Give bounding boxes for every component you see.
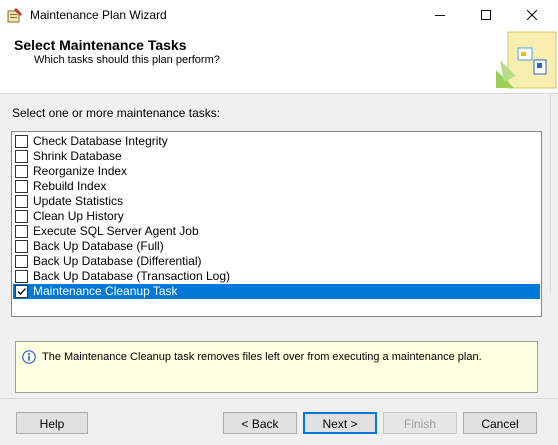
task-checkbox[interactable] xyxy=(15,255,28,268)
page-subtitle: Which tasks should this plan perform? xyxy=(34,54,220,66)
task-item-update-statistics[interactable]: Update Statistics xyxy=(13,194,540,209)
task-item-reorganize-index[interactable]: Reorganize Index xyxy=(13,164,540,179)
task-checkbox[interactable] xyxy=(15,180,28,193)
finish-button[interactable]: Finish xyxy=(383,412,457,434)
task-item-backup-transaction-log[interactable]: Back Up Database (Transaction Log) xyxy=(13,269,540,284)
wizard-header: Select Maintenance Tasks Which tasks sho… xyxy=(0,30,558,94)
task-checkbox[interactable] xyxy=(15,225,28,238)
next-button[interactable]: Next > xyxy=(303,412,377,434)
scrollbar-edge xyxy=(550,93,558,293)
task-item-shrink-database[interactable]: Shrink Database xyxy=(13,149,540,164)
window-title: Maintenance Plan Wizard xyxy=(30,8,167,22)
task-item-execute-agent-job[interactable]: Execute SQL Server Agent Job xyxy=(13,224,540,239)
task-item-clean-up-history[interactable]: Clean Up History xyxy=(13,209,540,224)
close-button[interactable] xyxy=(509,0,555,30)
task-item-maintenance-cleanup[interactable]: Maintenance Cleanup Task xyxy=(13,284,540,299)
task-checkbox[interactable] xyxy=(15,240,28,253)
task-checkbox[interactable] xyxy=(15,135,28,148)
task-item-backup-full[interactable]: Back Up Database (Full) xyxy=(13,239,540,254)
task-checkbox[interactable] xyxy=(15,165,28,178)
maintenance-tasks-list[interactable]: Check Database Integrity Shrink Database… xyxy=(11,131,542,317)
minimize-button[interactable] xyxy=(417,0,463,30)
cancel-button[interactable]: Cancel xyxy=(463,412,537,434)
back-button[interactable]: < Back xyxy=(223,412,297,434)
maintenance-plan-app-icon xyxy=(7,7,23,23)
checkmark-icon xyxy=(17,288,26,295)
task-checkbox[interactable] xyxy=(15,150,28,163)
task-checkbox[interactable] xyxy=(15,210,28,223)
task-checkbox[interactable] xyxy=(15,270,28,283)
task-checkbox-checked[interactable] xyxy=(15,285,28,298)
task-item-backup-differential[interactable]: Back Up Database (Differential) xyxy=(13,254,540,269)
task-item-rebuild-index[interactable]: Rebuild Index xyxy=(13,179,540,194)
page-title: Select Maintenance Tasks xyxy=(14,37,187,53)
maximize-button[interactable] xyxy=(463,0,509,30)
help-button[interactable]: Help xyxy=(16,412,88,434)
footer-divider xyxy=(0,398,558,399)
wizard-banner-icon xyxy=(494,30,558,93)
minimize-icon xyxy=(435,15,445,16)
title-bar: Maintenance Plan Wizard xyxy=(0,0,558,30)
task-description-text: The Maintenance Cleanup task removes fil… xyxy=(42,351,482,363)
close-icon xyxy=(527,10,537,20)
maximize-icon xyxy=(481,10,491,20)
task-checkbox[interactable] xyxy=(15,195,28,208)
tasks-list-label: Select one or more maintenance tasks: xyxy=(12,106,221,120)
info-icon xyxy=(22,350,36,364)
task-description-panel: The Maintenance Cleanup task removes fil… xyxy=(15,341,538,393)
task-item-check-database-integrity[interactable]: Check Database Integrity xyxy=(13,134,540,149)
